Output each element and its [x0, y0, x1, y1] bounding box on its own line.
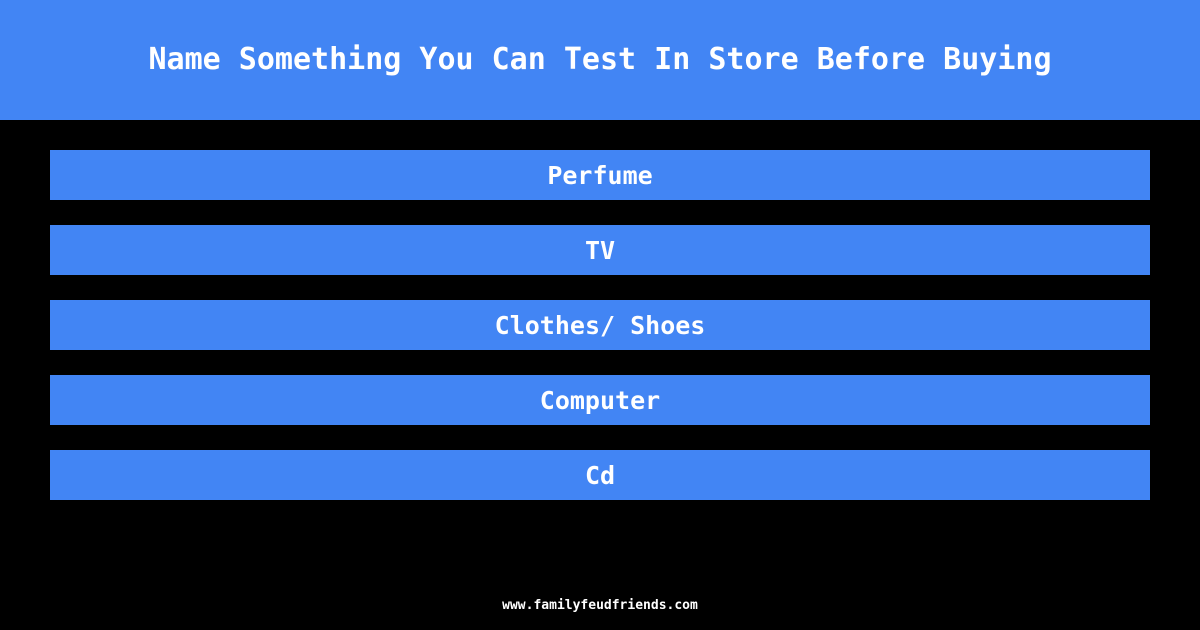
answer-label: TV [584, 235, 616, 265]
page-root: Name Something You Can Test In Store Bef… [0, 0, 1200, 630]
answer-label: Computer [539, 385, 661, 415]
page-footer: www.familyfeudfriends.com [0, 580, 1200, 630]
answer-row[interactable]: Clothes/ Shoes [50, 300, 1150, 350]
page-title: Name Something You Can Test In Store Bef… [148, 42, 1052, 77]
answer-row[interactable]: Perfume [50, 150, 1150, 200]
answer-row[interactable]: TV [50, 225, 1150, 275]
answer-row[interactable]: Cd [50, 450, 1150, 500]
page-header: Name Something You Can Test In Store Bef… [0, 0, 1200, 120]
answer-label: Clothes/ Shoes [494, 310, 706, 340]
answer-label: Perfume [547, 160, 653, 190]
answers-list: Perfume TV Clothes/ Shoes Computer Cd [0, 120, 1200, 500]
answer-label: Cd [584, 460, 616, 490]
answer-row[interactable]: Computer [50, 375, 1150, 425]
site-url[interactable]: www.familyfeudfriends.com [502, 599, 698, 612]
